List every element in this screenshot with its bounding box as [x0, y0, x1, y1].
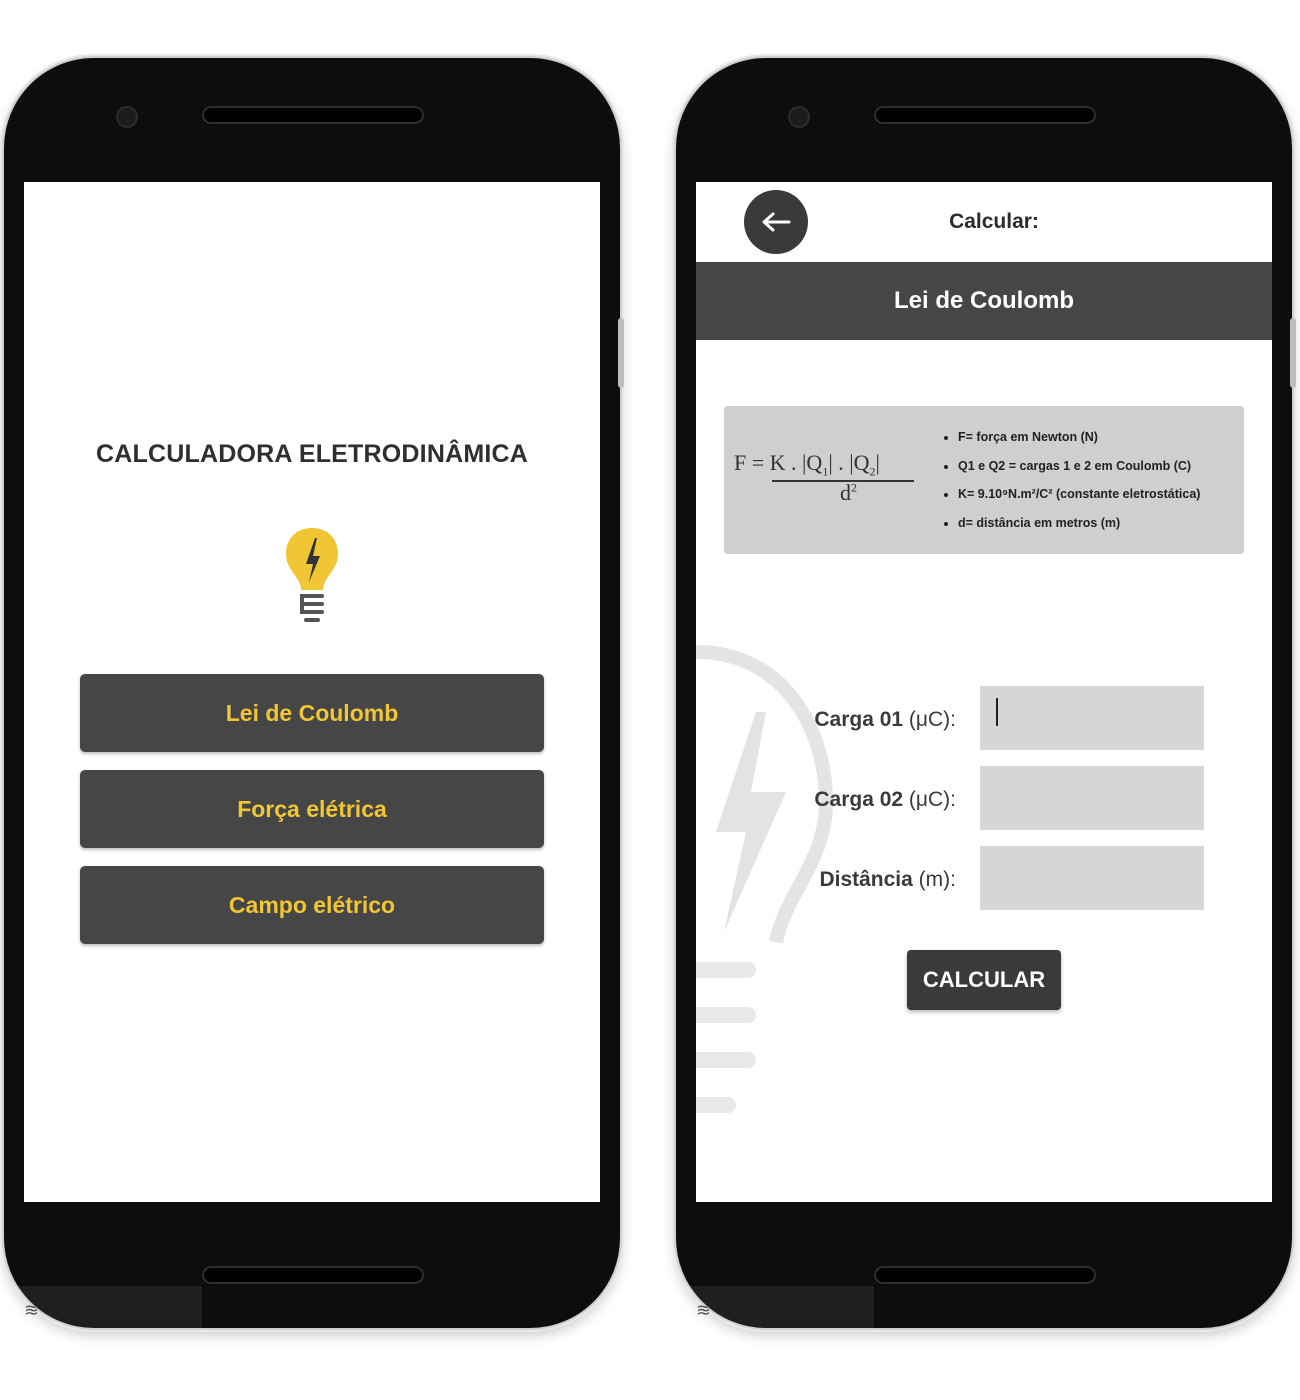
field-label-text: Carga 01: [814, 708, 904, 731]
phone-frame-left: ≋ CALCULADORA ELETRODINÂMICA Lei de Coul…: [4, 58, 624, 1336]
home-screen: CALCULADORA ELETRODINÂMICA Lei de Coulom…: [24, 182, 600, 1202]
layers-icon: ≋: [696, 1300, 712, 1320]
bottom-speaker: [202, 1266, 424, 1284]
field-label-text: Distância: [819, 868, 913, 891]
coulomb-formula: F = K . |Q1| . |Q2| d2: [734, 450, 914, 505]
top-bar: Calcular:: [696, 182, 1272, 262]
campo-eletrico-button[interactable]: Campo elétrico: [80, 866, 544, 944]
top-speaker: [874, 106, 1096, 124]
formula-numerator: F = K . |Q1| . |Q2|: [734, 450, 880, 479]
page-title: Calcular:: [949, 210, 1039, 233]
volume-button: [618, 318, 624, 388]
formula-exponent: 2: [851, 480, 857, 495]
formula-card: F = K . |Q1| . |Q2| d2 F= força em Newto…: [724, 406, 1244, 554]
legend-item: d= distância em metros (m): [958, 512, 1200, 541]
app-title: CALCULADORA ELETRODINÂMICA: [95, 440, 529, 468]
legend-item: K= 9.10⁹N.m²/C² (constante eletrostática…: [958, 483, 1200, 512]
distancia-input[interactable]: [980, 846, 1204, 910]
carga-02-input[interactable]: [980, 766, 1204, 830]
formula-part: F = K . |Q: [734, 450, 823, 475]
calcular-button[interactable]: CALCULAR: [907, 950, 1061, 1010]
forca-eletrica-button[interactable]: Força elétrica: [80, 770, 544, 848]
distancia-label: Distância (m):: [696, 868, 956, 892]
phone-frame-right: ≋ Calcular: Lei de Coulomb F = K . |Q1| …: [676, 58, 1296, 1336]
carga-01-label: Carga 01 (μC):: [696, 708, 956, 732]
field-unit: (μC):: [908, 788, 956, 811]
text-cursor: [996, 698, 998, 726]
bottom-speaker: [874, 1266, 1096, 1284]
calculate-screen: Calcular: Lei de Coulomb F = K . |Q1| . …: [696, 182, 1272, 1202]
lightbulb-bolt-icon: [282, 524, 342, 624]
formula-part: d: [840, 480, 851, 505]
mockup-watermark: ≋: [12, 1286, 202, 1336]
section-header: Lei de Coulomb: [696, 262, 1272, 340]
mockup-watermark: ≋: [684, 1286, 874, 1336]
carga-01-input[interactable]: [980, 686, 1204, 750]
formula-legend: F= força em Newton (N) Q1 e Q2 = cargas …: [942, 426, 1200, 540]
formula-denominator: d2: [840, 480, 857, 506]
front-camera: [788, 106, 810, 128]
field-unit: (μC):: [908, 708, 956, 731]
legend-item: F= força em Newton (N): [958, 426, 1200, 455]
front-camera: [116, 106, 138, 128]
volume-button: [1290, 318, 1296, 388]
legend-item: Q1 e Q2 = cargas 1 e 2 em Coulomb (C): [958, 455, 1200, 484]
field-label-text: Carga 02: [814, 788, 904, 811]
field-unit: (m):: [918, 868, 956, 891]
formula-part: | . |Q: [828, 450, 870, 475]
lei-de-coulomb-button[interactable]: Lei de Coulomb: [80, 674, 544, 752]
layers-icon: ≋: [24, 1300, 40, 1320]
formula-part: |: [875, 450, 880, 475]
carga-02-label: Carga 02 (μC):: [696, 788, 956, 812]
top-speaker: [202, 106, 424, 124]
